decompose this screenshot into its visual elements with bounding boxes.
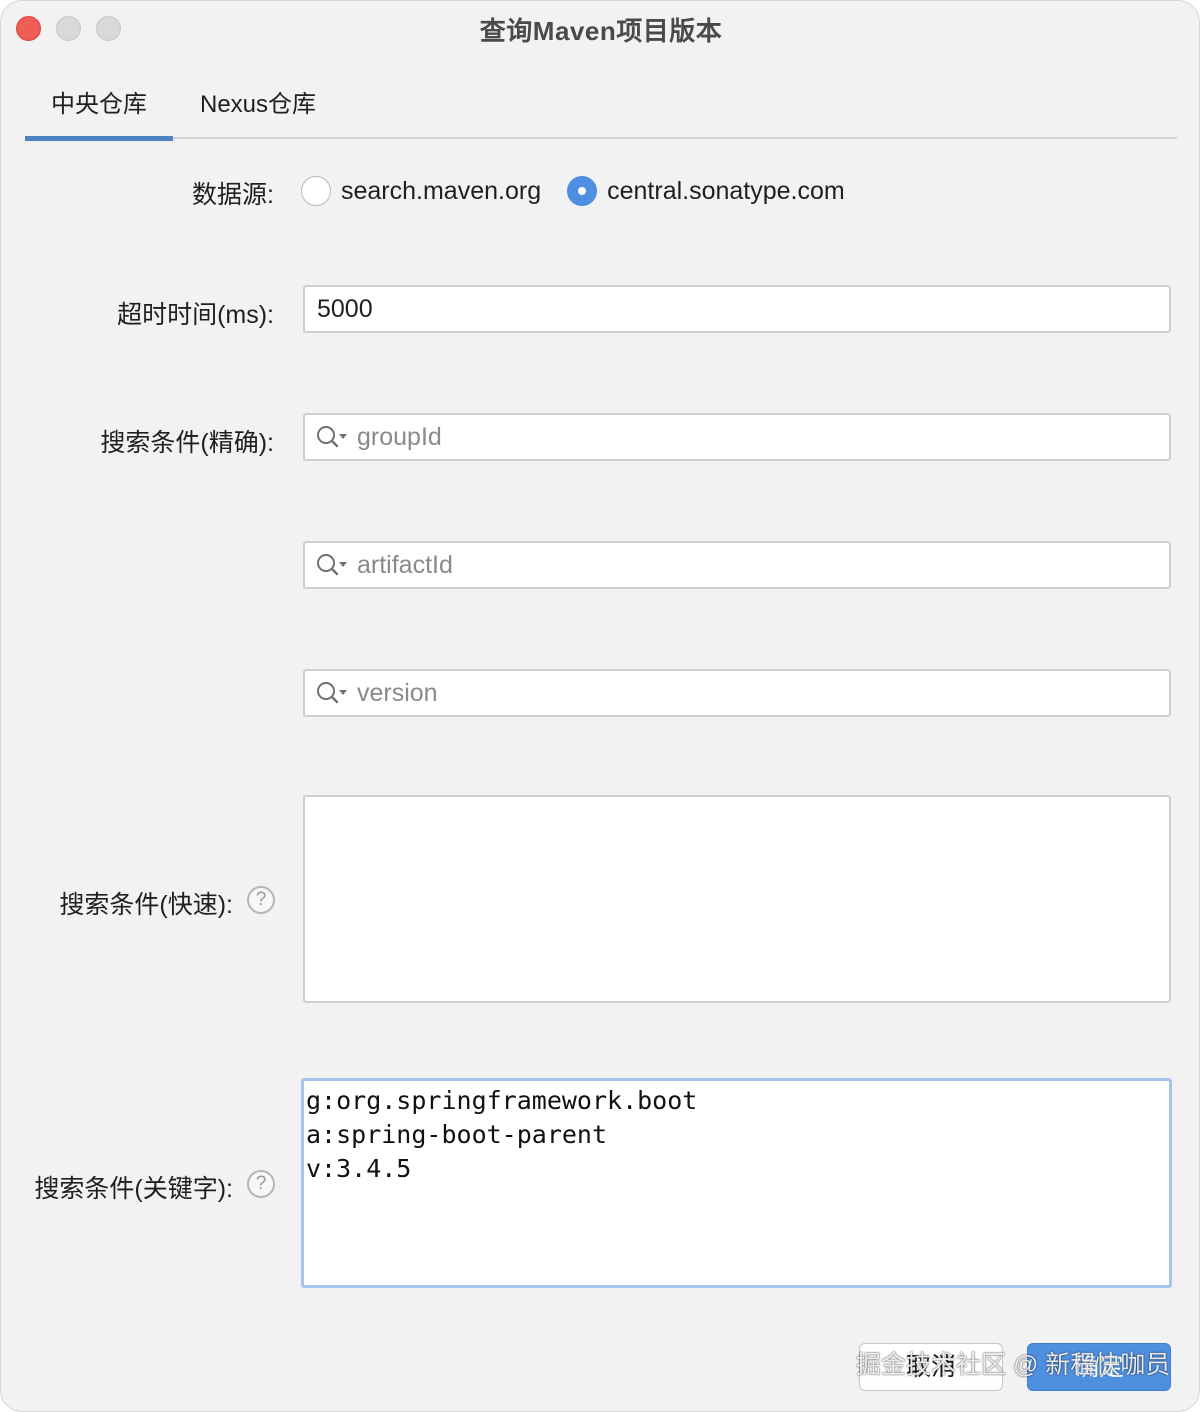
radio-central-sonatype-com-label[interactable]: central.sonatype.com: [607, 177, 845, 206]
artifactid-placeholder: artifactId: [357, 550, 453, 579]
tab-bar: 中央仓库 Nexus仓库: [25, 81, 1177, 141]
dialog-window: 查询Maven项目版本 中央仓库 Nexus仓库 数据源: search.mav…: [0, 0, 1200, 1412]
tab-central-repository[interactable]: 中央仓库: [25, 81, 173, 141]
search-icon[interactable]: [315, 679, 349, 707]
window-title: 查询Maven项目版本: [479, 16, 723, 46]
help-icon[interactable]: ?: [247, 1170, 275, 1198]
keyword-search-label: 搜索条件(关键字):: [34, 1175, 233, 1203]
datasource-radio-group: search.maven.org central.sonatype.com: [301, 169, 871, 213]
keyword-search-textarea[interactable]: g:org.springframework.boot a:spring-boot…: [301, 1078, 1172, 1288]
version-placeholder: version: [357, 678, 438, 707]
tab-selected-indicator: [25, 136, 173, 141]
groupid-search-input[interactable]: groupId: [303, 413, 1171, 461]
timeout-value: 5000: [317, 294, 373, 323]
cancel-button[interactable]: 取消: [859, 1343, 1003, 1391]
help-icon[interactable]: ?: [247, 886, 275, 914]
timeout-label: 超时时间(ms):: [117, 301, 274, 329]
exact-search-label: 搜索条件(精确):: [100, 429, 274, 457]
groupid-placeholder: groupId: [357, 422, 442, 451]
tab-central-label: 中央仓库: [51, 91, 147, 118]
radio-search-maven-org[interactable]: [301, 176, 331, 206]
tab-nexus-label: Nexus仓库: [199, 91, 317, 118]
datasource-label: 数据源:: [192, 181, 274, 209]
keyword-line: v:3.4.5: [306, 1154, 412, 1183]
keyword-line: g:org.springframework.boot: [306, 1086, 698, 1115]
radio-search-maven-org-label[interactable]: search.maven.org: [341, 177, 541, 206]
timeout-input[interactable]: 5000: [303, 285, 1171, 333]
radio-central-sonatype-com[interactable]: [567, 176, 598, 206]
keyword-line: a:spring-boot-parent: [306, 1120, 608, 1149]
ok-button[interactable]: 确定: [1027, 1343, 1171, 1391]
version-search-input[interactable]: version: [303, 669, 1171, 717]
quick-search-label: 搜索条件(快速):: [59, 891, 233, 919]
search-icon[interactable]: [315, 551, 349, 579]
artifactid-search-input[interactable]: artifactId: [303, 541, 1171, 589]
search-icon[interactable]: [315, 423, 349, 451]
quick-search-textarea[interactable]: [303, 795, 1171, 1003]
tab-nexus-repository[interactable]: Nexus仓库: [183, 81, 333, 139]
